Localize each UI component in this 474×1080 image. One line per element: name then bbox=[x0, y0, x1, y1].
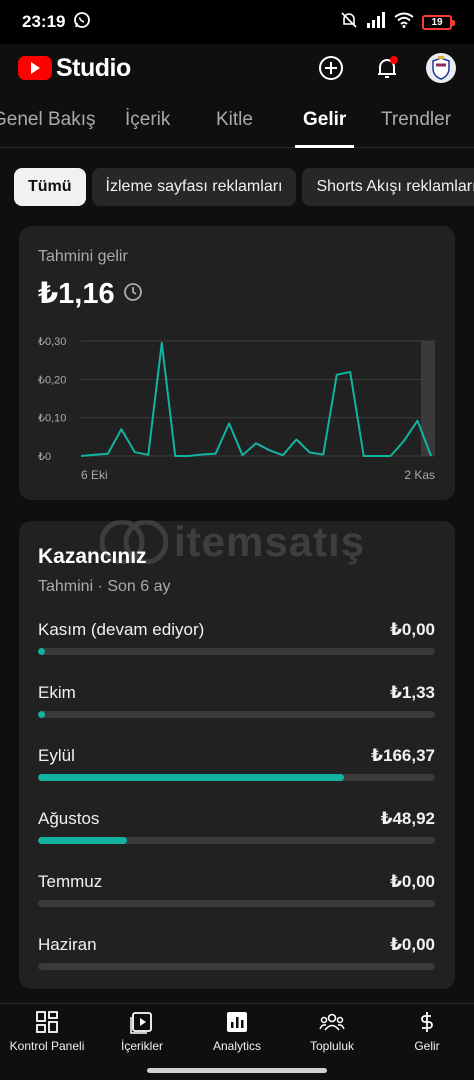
earnings-progress-track bbox=[38, 711, 435, 718]
youtube-play-icon bbox=[18, 56, 52, 80]
bell-icon bbox=[378, 56, 398, 78]
tab-bar: Genel Bakış İçerik Kitle Gelir Trendler bbox=[0, 92, 474, 148]
earnings-amount: ₺1,33 bbox=[390, 683, 435, 702]
signal-icon bbox=[366, 11, 386, 33]
nav-label: Kontrol Paneli bbox=[9, 1039, 85, 1053]
battery-icon: 19 bbox=[422, 14, 455, 30]
earnings-progress-dot bbox=[38, 648, 45, 655]
earnings-amount: ₺0,00 bbox=[390, 872, 435, 891]
app-bar: Studio bbox=[0, 44, 474, 92]
home-indicator bbox=[147, 1068, 327, 1073]
earnings-month: Haziran bbox=[38, 935, 97, 954]
tab-trends[interactable]: Trendler bbox=[381, 92, 451, 148]
earnings-progress-fill bbox=[38, 837, 128, 844]
tab-overview[interactable]: Genel Bakış bbox=[0, 92, 96, 148]
earnings-amount: ₺48,92 bbox=[380, 809, 435, 828]
bottom-navigation: Kontrol Paneli İçerikler Analytics Toplu… bbox=[0, 1003, 474, 1063]
estimated-revenue-label: Tahmini gelir bbox=[38, 248, 128, 265]
earnings-month: Eylül bbox=[38, 746, 75, 765]
earnings-row: Ekim ₺1,33 bbox=[38, 683, 435, 723]
add-icon bbox=[319, 56, 343, 80]
earnings-progress-dot bbox=[38, 711, 45, 718]
nav-earn[interactable]: Gelir bbox=[380, 1010, 474, 1053]
y-tick-label: ₺0,30 bbox=[38, 336, 66, 348]
earnings-progress-track bbox=[38, 837, 435, 844]
filter-chips: Tümü İzleme sayfası reklamları Shorts Akış… bbox=[14, 168, 474, 208]
x-tick-label-start: 6 Eki bbox=[81, 468, 108, 482]
earnings-progress-fill bbox=[38, 774, 344, 781]
content-icon bbox=[130, 1012, 152, 1034]
y-tick-label: ₺0,20 bbox=[38, 374, 66, 386]
logo-text: Studio bbox=[56, 53, 131, 82]
nav-dashboard[interactable]: Kontrol Paneli bbox=[0, 1010, 94, 1053]
earnings-subtitle: Tahmini · Son 6 ay bbox=[38, 578, 171, 595]
notifications-button[interactable] bbox=[370, 51, 404, 85]
revenue-line-chart[interactable]: ₺0 ₺0,10 ₺0,20 ₺0,30 6 Eki 2 Kas bbox=[19, 326, 455, 496]
y-tick-label: ₺0 bbox=[38, 451, 51, 463]
chip-shorts-feed-ads[interactable]: Shorts Akışı reklamları bbox=[302, 168, 474, 206]
earnings-row: Ağustos ₺48,92 bbox=[38, 809, 435, 849]
tab-content[interactable]: İçerik bbox=[125, 92, 170, 148]
earnings-amount: ₺166,37 bbox=[371, 746, 435, 765]
dashboard-icon bbox=[36, 1011, 58, 1033]
tab-audience[interactable]: Kitle bbox=[216, 92, 253, 148]
earnings-card: Kazancınız Tahmini · Son 6 ay Kasım (dev… bbox=[19, 521, 455, 989]
earnings-amount: ₺0,00 bbox=[390, 620, 435, 639]
chip-all[interactable]: Tümü bbox=[14, 168, 86, 206]
nav-community[interactable]: Topluluk bbox=[285, 1010, 379, 1053]
community-icon bbox=[319, 1013, 345, 1031]
earnings-row: Haziran ₺0,00 bbox=[38, 935, 435, 975]
analytics-icon bbox=[227, 1012, 247, 1032]
earnings-month: Kasım (devam ediyor) bbox=[38, 620, 205, 639]
earnings-month: Ağustos bbox=[38, 809, 100, 828]
y-tick-label: ₺0,10 bbox=[38, 413, 66, 425]
nav-label: Gelir bbox=[414, 1039, 440, 1053]
mute-bell-icon bbox=[340, 11, 358, 34]
nav-analytics[interactable]: Analytics bbox=[190, 1010, 284, 1053]
nav-label: İçerikler bbox=[120, 1039, 163, 1053]
tab-revenue[interactable]: Gelir bbox=[294, 92, 355, 148]
earnings-row: Eylül ₺166,37 bbox=[38, 746, 435, 786]
earnings-progress-track bbox=[38, 963, 435, 970]
nav-content[interactable]: İçerikler bbox=[95, 1010, 189, 1053]
earnings-row: Temmuz ₺0,00 bbox=[38, 872, 435, 912]
earnings-month: Temmuz bbox=[38, 872, 103, 891]
whatsapp-icon bbox=[73, 11, 91, 34]
clock-icon bbox=[123, 277, 143, 310]
x-tick-label-end: 2 Kas bbox=[404, 468, 435, 482]
estimated-revenue-card[interactable]: Tahmini gelir ₺1,16 ₺0 ₺0,10 ₺0,20 ₺0,30 6 E… bbox=[19, 226, 455, 500]
earnings-progress-track bbox=[38, 900, 435, 907]
nav-label: Topluluk bbox=[309, 1039, 355, 1053]
earnings-month: Ekim bbox=[38, 683, 76, 702]
avatar[interactable] bbox=[426, 53, 456, 83]
status-bar: 23:19 19 bbox=[0, 0, 474, 44]
earnings-row: Kasım (devam ediyor) ₺0,00 bbox=[38, 620, 435, 660]
earnings-progress-track bbox=[38, 774, 435, 781]
chart-partial-period-shade bbox=[421, 341, 435, 456]
revenue-series-line bbox=[80, 341, 432, 457]
earnings-title: Kazancınız bbox=[38, 545, 147, 568]
wifi-icon bbox=[394, 12, 414, 33]
earn-icon bbox=[421, 1012, 433, 1032]
chip-watch-page-ads[interactable]: İzleme sayfası reklamları bbox=[91, 168, 297, 206]
status-time: 23:19 bbox=[22, 12, 66, 31]
youtube-studio-logo[interactable]: Studio bbox=[18, 54, 131, 83]
estimated-revenue-value: ₺1,16 bbox=[38, 278, 115, 310]
earnings-progress-track bbox=[38, 648, 435, 655]
nav-label: Analytics bbox=[212, 1039, 262, 1053]
club-crest-icon bbox=[432, 56, 450, 80]
create-button[interactable] bbox=[314, 51, 348, 85]
earnings-amount: ₺0,00 bbox=[390, 935, 435, 954]
